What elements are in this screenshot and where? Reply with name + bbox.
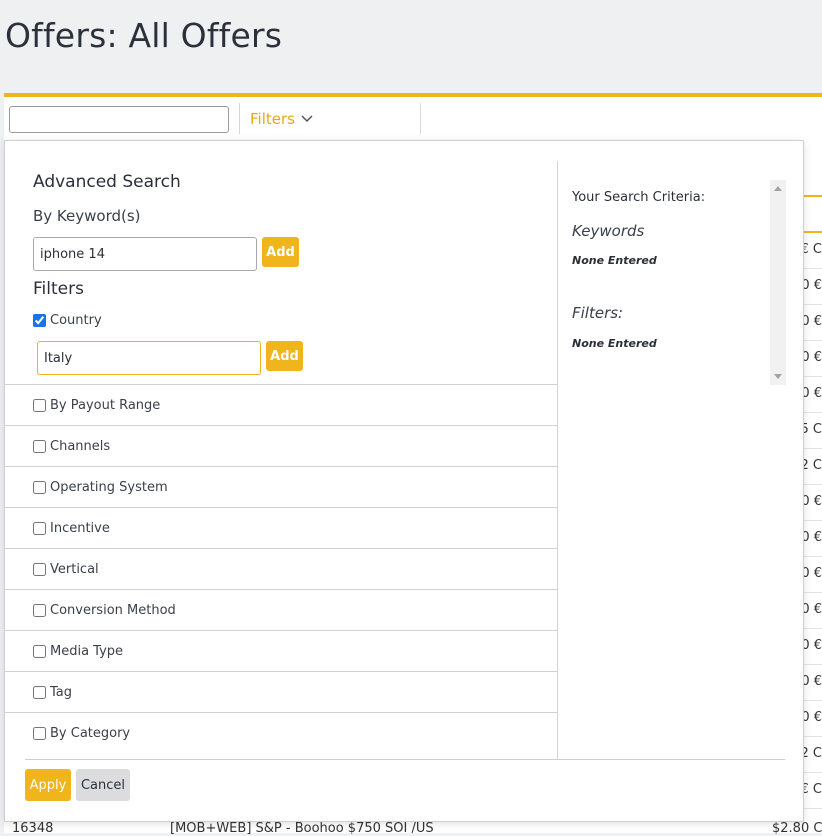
filter-checkbox[interactable]: [33, 521, 46, 535]
filter-item[interactable]: Channels: [5, 425, 558, 466]
offers-panel: ut € C0 €0 €0 €0 €5 C2 C0 €0 €0 €0 €0 €0…: [4, 93, 822, 836]
footer-divider: [25, 759, 785, 760]
filter-label: By Payout Range: [50, 397, 161, 413]
criteria-scrollbar[interactable]: [770, 180, 786, 385]
filter-checkbox[interactable]: [33, 685, 46, 699]
criteria-keywords-value: None Entered: [572, 254, 657, 267]
advanced-search-dropdown: Advanced Search By Keyword(s) Add Filter…: [4, 140, 804, 822]
filter-label: Incentive: [50, 520, 110, 536]
criteria-keywords-label: Keywords: [572, 222, 645, 240]
filter-checkbox[interactable]: [33, 480, 46, 494]
toolbar-divider: [239, 103, 240, 134]
filter-checkbox[interactable]: [33, 726, 46, 740]
toolbar: Filters: [4, 97, 822, 139]
filter-label: Media Type: [50, 643, 124, 659]
filter-item[interactable]: Operating System: [5, 466, 558, 507]
filter-checkbox[interactable]: [33, 603, 46, 617]
country-input[interactable]: [37, 341, 261, 375]
filter-checkbox[interactable]: [33, 644, 46, 658]
filter-list: By Payout Range Channels Operating System I…: [5, 384, 558, 753]
filters-toggle[interactable]: Filters: [250, 110, 313, 128]
chevron-down-icon: [301, 115, 313, 122]
search-criteria-panel: Your Search Criteria: Keywords None Ente…: [558, 141, 805, 759]
filters-title: Filters: [33, 279, 84, 299]
filter-item[interactable]: By Payout Range: [5, 384, 558, 425]
toolbar-divider: [420, 103, 421, 134]
filter-label: Operating System: [50, 479, 168, 495]
filter-checkbox[interactable]: [33, 398, 46, 412]
table-row-id: 16348: [12, 821, 54, 836]
table-row-name[interactable]: [MOB+WEB] S&P - Boohoo $750 SOI /US: [170, 821, 434, 836]
add-keyword-button[interactable]: Add: [262, 237, 299, 267]
search-input[interactable]: [9, 106, 229, 133]
filter-label: Conversion Method: [50, 602, 176, 618]
keyword-label: By Keyword(s): [33, 207, 141, 225]
filter-checkbox[interactable]: [33, 439, 46, 453]
filter-label: By Category: [50, 725, 131, 741]
filter-item[interactable]: By Category: [5, 712, 558, 753]
filter-item[interactable]: Vertical: [5, 548, 558, 589]
criteria-filters-label: Filters:: [572, 304, 624, 322]
advanced-search-form: Advanced Search By Keyword(s) Add Filter…: [5, 141, 558, 759]
add-country-button[interactable]: Add: [266, 341, 303, 371]
filter-label: Vertical: [50, 561, 99, 577]
filter-label: Tag: [50, 684, 73, 700]
scroll-up-icon[interactable]: [774, 186, 782, 191]
filter-country[interactable]: Country: [33, 313, 102, 328]
cancel-button[interactable]: Cancel: [76, 769, 130, 801]
scroll-down-icon[interactable]: [774, 374, 782, 379]
country-label: Country: [50, 313, 102, 328]
page-title: Offers: All Offers: [5, 16, 283, 55]
filter-item[interactable]: Media Type: [5, 630, 558, 671]
filter-item[interactable]: Conversion Method: [5, 589, 558, 630]
table-row-payout: $2.80 C: [772, 821, 822, 836]
country-checkbox[interactable]: [33, 314, 46, 327]
advanced-search-title: Advanced Search: [33, 172, 181, 192]
criteria-title: Your Search Criteria:: [572, 190, 706, 205]
criteria-filters-value: None Entered: [572, 337, 657, 350]
filter-checkbox[interactable]: [33, 562, 46, 576]
filter-item[interactable]: Tag: [5, 671, 558, 712]
keyword-input[interactable]: [33, 237, 257, 271]
filter-item[interactable]: Incentive: [5, 507, 558, 548]
apply-button[interactable]: Apply: [25, 769, 71, 801]
filters-toggle-label: Filters: [250, 110, 295, 128]
filter-label: Channels: [50, 438, 111, 454]
